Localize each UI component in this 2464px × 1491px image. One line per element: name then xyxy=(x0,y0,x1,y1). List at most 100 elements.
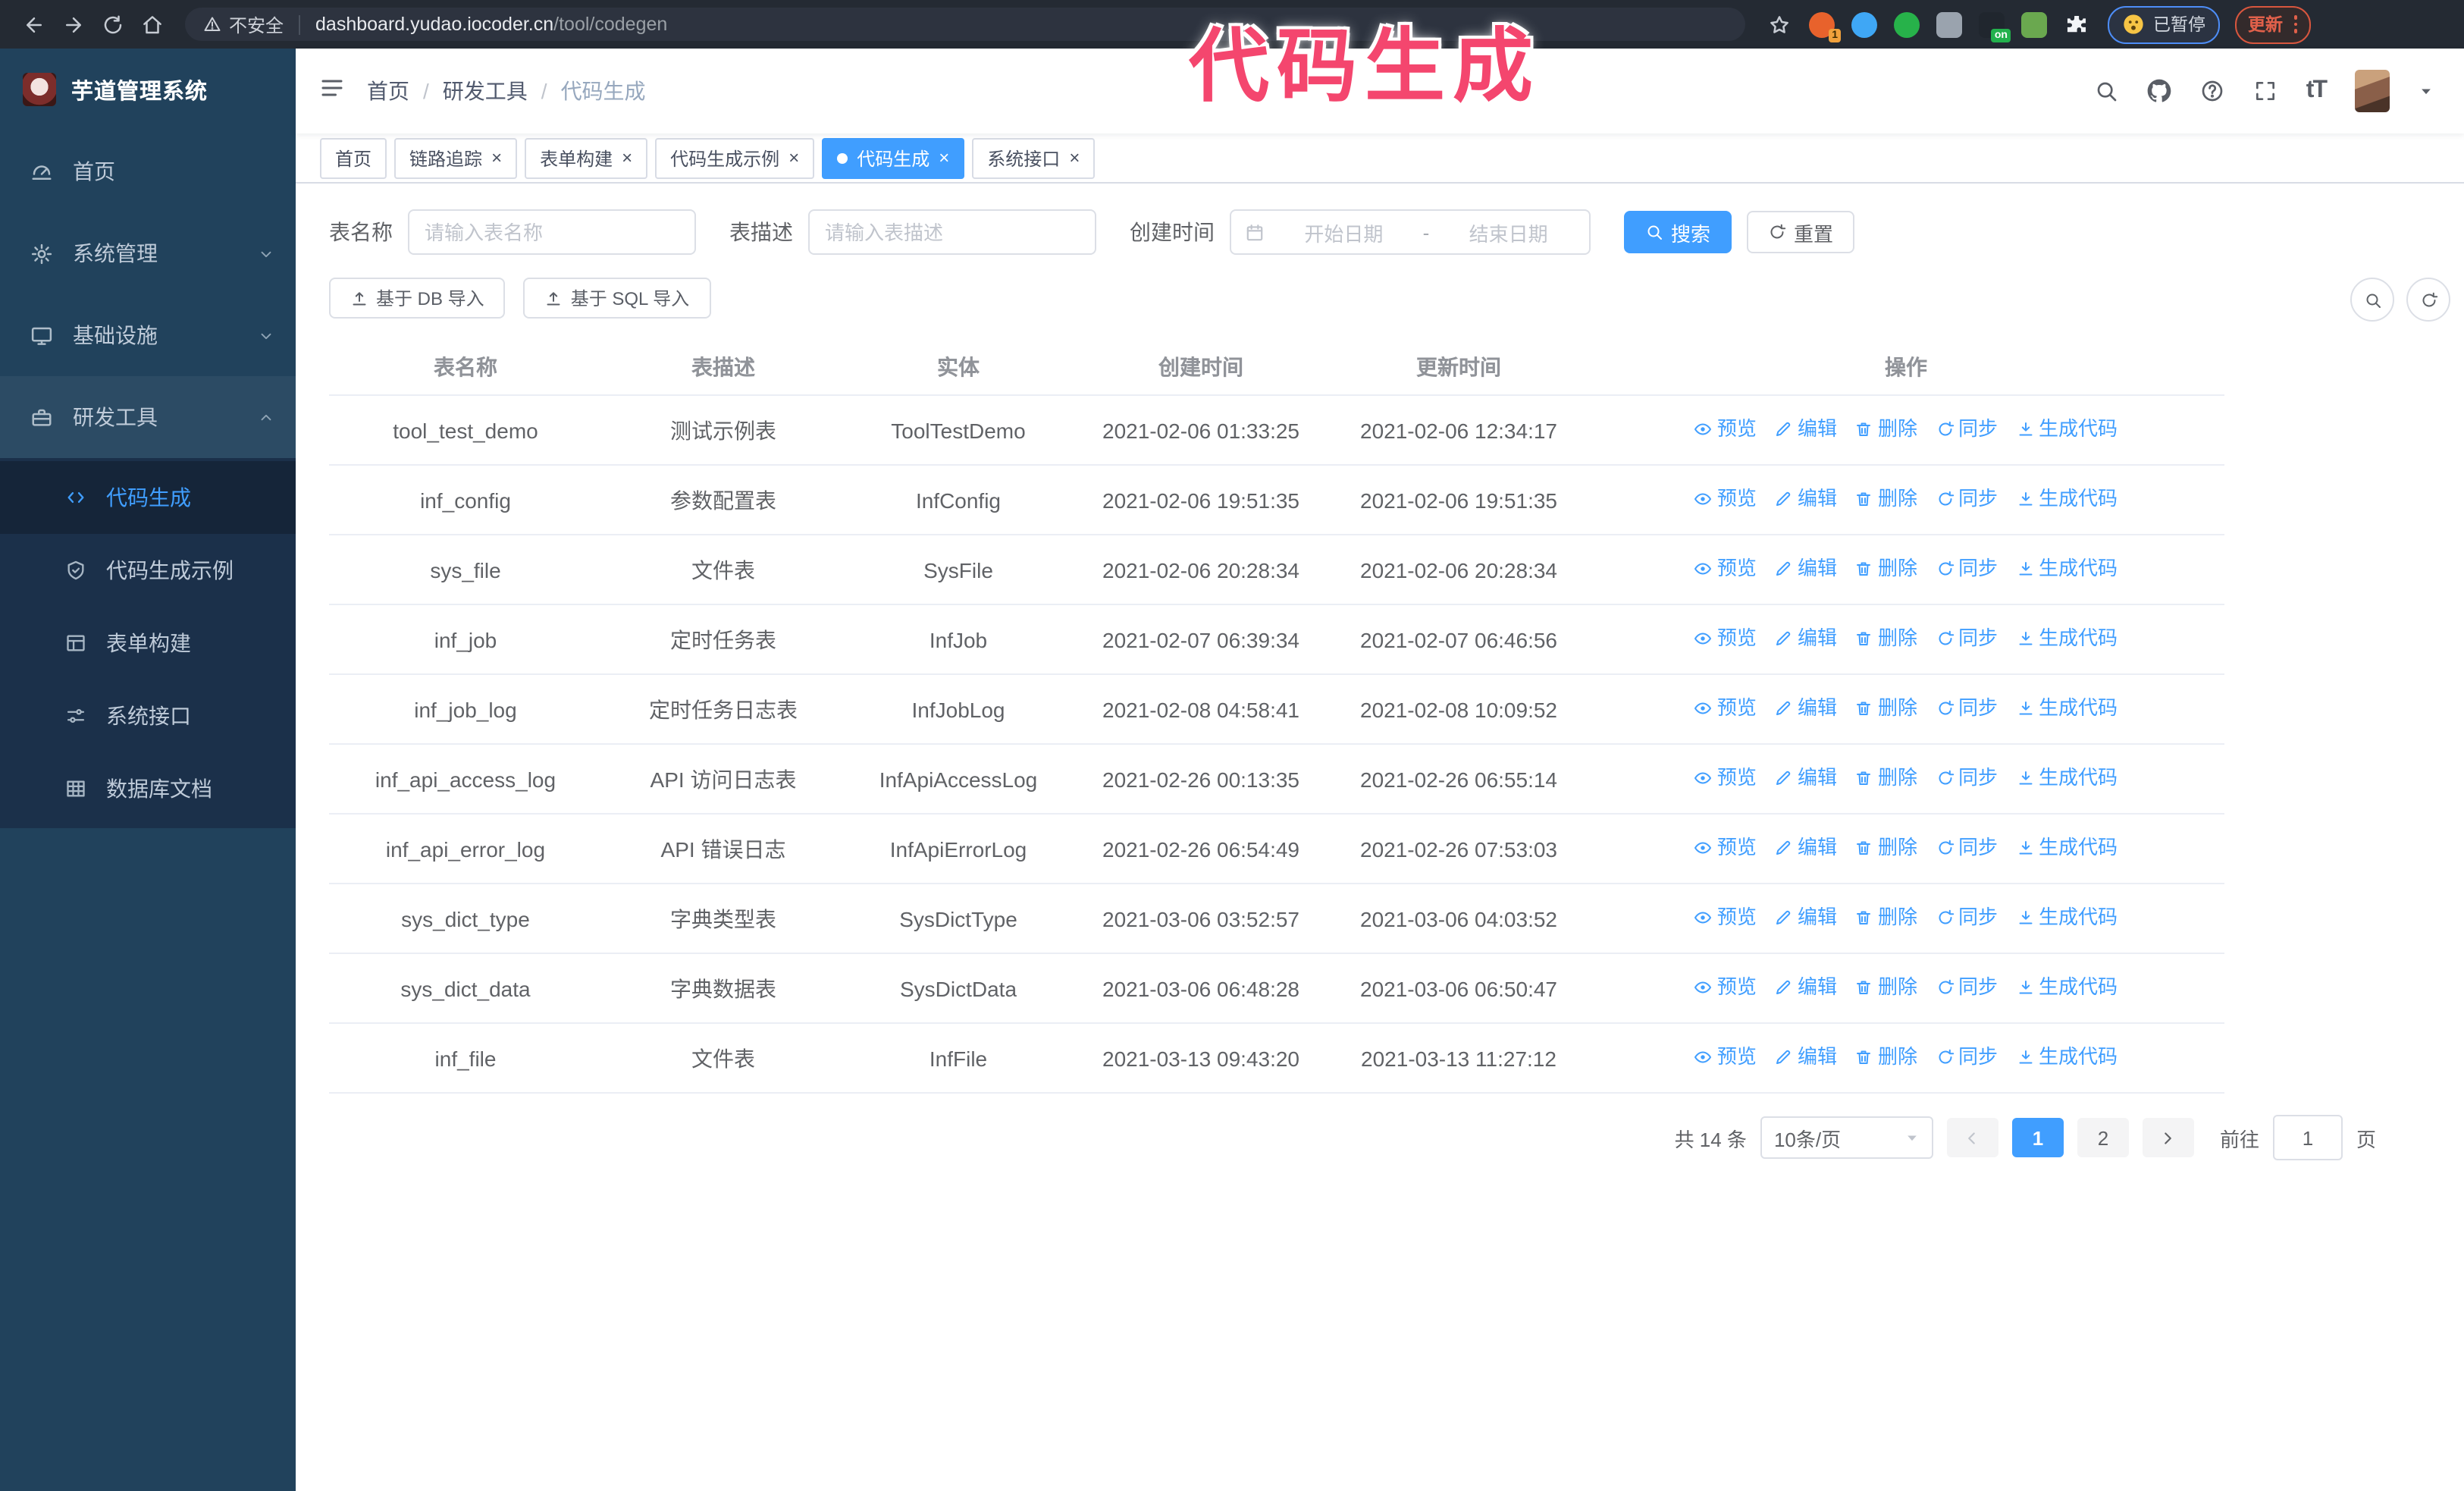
delete-action[interactable]: 删除 xyxy=(1855,692,1917,725)
tab-3[interactable]: 代码生成示例 × xyxy=(655,137,815,178)
sync-action[interactable]: 同步 xyxy=(1936,831,1998,865)
preview-action[interactable]: 预览 xyxy=(1694,761,1757,795)
goto-page-input[interactable] xyxy=(2272,1115,2343,1160)
preview-action[interactable]: 预览 xyxy=(1694,692,1757,725)
user-avatar[interactable] xyxy=(2355,70,2390,112)
generate-code-action[interactable]: 生成代码 xyxy=(2016,413,2118,446)
preview-action[interactable]: 预览 xyxy=(1694,413,1757,446)
edit-action[interactable]: 编辑 xyxy=(1775,901,1837,934)
search-button[interactable]: 搜索 xyxy=(1624,211,1732,253)
extension-orange-icon[interactable]: 1 xyxy=(1809,11,1841,42)
sidebar-subitem-3[interactable]: 系统接口 xyxy=(0,680,296,752)
sidebar-subitem-2[interactable]: 表单构建 xyxy=(0,607,296,680)
generate-code-action[interactable]: 生成代码 xyxy=(2016,692,2118,725)
generate-code-action[interactable]: 生成代码 xyxy=(2016,971,2118,1004)
sidebar-subitem-1[interactable]: 代码生成示例 xyxy=(0,534,296,607)
browser-home-icon[interactable] xyxy=(133,6,170,42)
start-date-placeholder[interactable]: 开始日期 xyxy=(1277,218,1411,246)
tab-close-icon[interactable]: × xyxy=(622,149,632,167)
delete-action[interactable]: 删除 xyxy=(1855,622,1917,655)
sync-action[interactable]: 同步 xyxy=(1936,622,1998,655)
generate-code-action[interactable]: 生成代码 xyxy=(2016,552,2118,585)
page-button-1[interactable]: 1 xyxy=(2011,1118,2064,1157)
delete-action[interactable]: 删除 xyxy=(1855,831,1917,865)
page-button-2[interactable]: 2 xyxy=(2077,1118,2129,1157)
preview-action[interactable]: 预览 xyxy=(1694,901,1757,934)
header-search-icon[interactable] xyxy=(2094,79,2118,103)
hamburger-icon[interactable] xyxy=(296,74,367,108)
tab-close-icon[interactable]: × xyxy=(1069,149,1080,167)
extension-green-check-icon[interactable] xyxy=(1894,11,1920,37)
page-size-select[interactable]: 10条/页 xyxy=(1760,1116,1933,1159)
sync-action[interactable]: 同步 xyxy=(1936,482,1998,516)
sidebar-item-1[interactable]: 系统管理 xyxy=(0,212,296,294)
preview-action[interactable]: 预览 xyxy=(1694,622,1757,655)
import-sql-button[interactable]: 基于 SQL 导入 xyxy=(523,278,711,319)
sync-action[interactable]: 同步 xyxy=(1936,413,1998,446)
prev-page-button[interactable] xyxy=(1946,1118,1998,1157)
delete-action[interactable]: 删除 xyxy=(1855,413,1917,446)
edit-action[interactable]: 编辑 xyxy=(1775,482,1837,516)
tab-0[interactable]: 首页 xyxy=(320,137,387,178)
generate-code-action[interactable]: 生成代码 xyxy=(2016,622,2118,655)
reset-button[interactable]: 重置 xyxy=(1747,211,1855,253)
edit-action[interactable]: 编辑 xyxy=(1775,413,1837,446)
edit-action[interactable]: 编辑 xyxy=(1775,1041,1837,1074)
sidebar-item-0[interactable]: 首页 xyxy=(0,130,296,212)
preview-action[interactable]: 预览 xyxy=(1694,1041,1757,1074)
not-secure-warning[interactable]: 不安全 xyxy=(203,11,284,37)
preview-action[interactable]: 预览 xyxy=(1694,971,1757,1004)
sidebar-item-2[interactable]: 基础设施 xyxy=(0,294,296,376)
browser-reload-icon[interactable] xyxy=(94,6,130,42)
tab-5[interactable]: 系统接口 × xyxy=(972,137,1096,178)
sidebar-item-3[interactable]: 研发工具 xyxy=(0,376,296,458)
extension-gem-icon[interactable] xyxy=(1851,11,1877,37)
avatar-caret-down-icon[interactable] xyxy=(2419,83,2434,99)
edit-action[interactable]: 编辑 xyxy=(1775,692,1837,725)
browser-update-button[interactable]: 更新 xyxy=(2234,5,2312,43)
edit-action[interactable]: 编辑 xyxy=(1775,971,1837,1004)
tab-2[interactable]: 表单构建 × xyxy=(525,137,648,178)
date-range-picker[interactable]: 开始日期 - 结束日期 xyxy=(1230,209,1591,255)
edit-action[interactable]: 编辑 xyxy=(1775,831,1837,865)
sync-action[interactable]: 同步 xyxy=(1936,552,1998,585)
tab-close-icon[interactable]: × xyxy=(788,149,799,167)
tab-close-icon[interactable]: × xyxy=(491,149,502,167)
extension-dark-icon[interactable]: on xyxy=(1979,11,2011,42)
delete-action[interactable]: 删除 xyxy=(1855,482,1917,516)
end-date-placeholder[interactable]: 结束日期 xyxy=(1441,218,1575,246)
sidebar-subitem-4[interactable]: 数据库文档 xyxy=(0,752,296,825)
delete-action[interactable]: 删除 xyxy=(1855,971,1917,1004)
generate-code-action[interactable]: 生成代码 xyxy=(2016,831,2118,865)
delete-action[interactable]: 删除 xyxy=(1855,901,1917,934)
refresh-table-button[interactable] xyxy=(2406,278,2450,322)
breadcrumb-tools[interactable]: 研发工具 xyxy=(443,76,528,106)
tab-1[interactable]: 链路追踪 × xyxy=(394,137,518,178)
recorder-paused-badge[interactable]: 已暂停 xyxy=(2108,5,2219,43)
generate-code-action[interactable]: 生成代码 xyxy=(2016,482,2118,516)
delete-action[interactable]: 删除 xyxy=(1855,761,1917,795)
menu-dots-icon[interactable] xyxy=(2293,15,2298,33)
help-icon[interactable] xyxy=(2200,79,2224,103)
bookmark-star-icon[interactable] xyxy=(1760,6,1797,42)
sync-action[interactable]: 同步 xyxy=(1936,761,1998,795)
url-bar[interactable]: 不安全 dashboard.yudao.iocoder.cn/tool/code… xyxy=(185,8,1745,41)
extension-squares-icon[interactable] xyxy=(1936,11,1962,37)
tab-4[interactable]: 代码生成 × xyxy=(822,137,965,178)
tab-close-icon[interactable]: × xyxy=(939,149,949,167)
fullscreen-icon[interactable] xyxy=(2253,79,2277,103)
toggle-search-button[interactable] xyxy=(2350,278,2394,322)
edit-action[interactable]: 编辑 xyxy=(1775,622,1837,655)
extension-leaf-icon[interactable] xyxy=(2021,11,2047,37)
table-name-input[interactable] xyxy=(408,209,696,255)
generate-code-action[interactable]: 生成代码 xyxy=(2016,901,2118,934)
import-db-button[interactable]: 基于 DB 导入 xyxy=(329,278,506,319)
edit-action[interactable]: 编辑 xyxy=(1775,761,1837,795)
browser-back-icon[interactable] xyxy=(15,6,52,42)
extension-puzzle-icon[interactable] xyxy=(2064,11,2089,37)
delete-action[interactable]: 删除 xyxy=(1855,1041,1917,1074)
github-icon[interactable] xyxy=(2147,79,2171,103)
browser-forward-icon[interactable] xyxy=(55,6,91,42)
sidebar-subitem-0[interactable]: 代码生成 xyxy=(0,461,296,534)
app-logo[interactable]: 芋道管理系统 xyxy=(0,49,296,130)
